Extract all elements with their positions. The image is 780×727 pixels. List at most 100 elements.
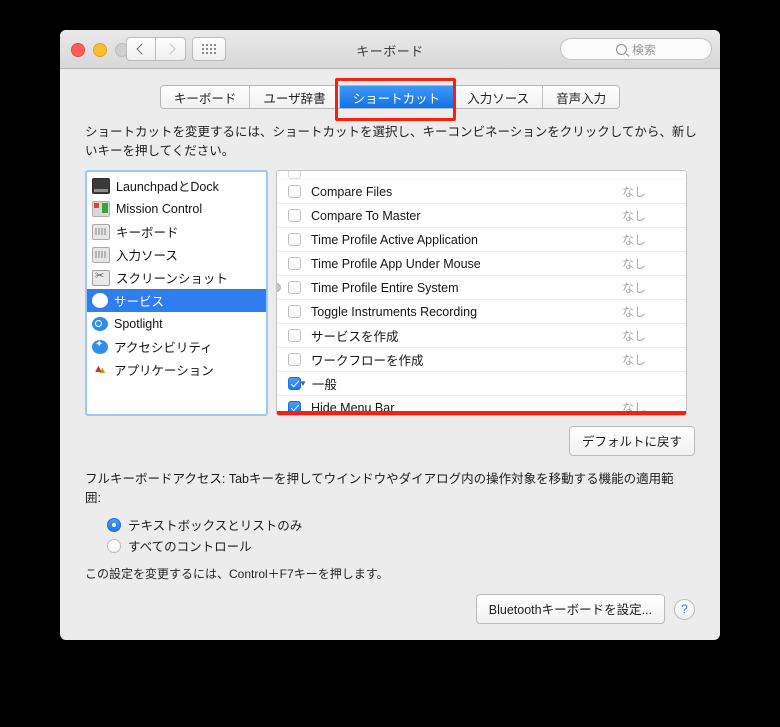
preferences-body: ショートカットを変更するには、ショートカットを選択し、キーコンビネーションをクリ… [60, 123, 720, 582]
full-keyboard-access-text: フルキーボードアクセス: Tabキーを押してウインドウやダイアログ内の操作対象を… [85, 472, 674, 505]
tab-input-sources[interactable]: 入力ソース [453, 86, 543, 108]
checkbox-cell[interactable] [277, 329, 311, 342]
shortcut-checkbox[interactable] [287, 209, 301, 222]
screenshot-icon [92, 269, 110, 286]
category-launchpad-dock[interactable]: LaunchpadとDock [87, 174, 266, 197]
shortcut-label: Time Profile Entire System [311, 280, 459, 295]
category-applications[interactable]: アプリケーション [87, 358, 266, 381]
radio-all-controls[interactable]: すべてのコントロール [107, 535, 695, 556]
table-row[interactable]: Toggle Instruments Recording なし [277, 300, 686, 324]
input-source-icon [92, 246, 110, 263]
applications-icon [92, 363, 108, 377]
category-keyboard[interactable]: キーボード [87, 220, 266, 243]
table-row[interactable]: Time Profile Entire System なし [277, 276, 686, 300]
instructions-text: ショートカットを変更するには、ショートカットを選択し、キーコンビネーションをクリ… [85, 125, 697, 158]
table-row[interactable]: サービスを作成 なし [277, 324, 686, 348]
category-services[interactable]: サービス [87, 289, 266, 312]
shortcut-key[interactable]: なし [622, 207, 686, 224]
shortcut-checkbox[interactable] [287, 257, 301, 270]
shortcut-label: Toggle Instruments Recording [311, 304, 478, 319]
table-row[interactable]: Time Profile App Under Mouse なし [277, 252, 686, 276]
search-input[interactable]: 検索 [560, 38, 712, 60]
shortcut-label: ワークフローを作成 [311, 354, 424, 368]
radio-label: すべてのコントロール [128, 540, 252, 554]
spotlight-icon [92, 316, 108, 331]
category-label: LaunchpadとDock [116, 180, 219, 194]
category-label: サービス [114, 295, 165, 309]
category-screenshots[interactable]: スクリーンショット [87, 266, 266, 289]
shortcut-checkbox[interactable] [287, 329, 301, 342]
shortcut-key[interactable]: なし [622, 279, 686, 296]
shortcut-panes: LaunchpadとDock Mission Control キーボード 入力ソ… [85, 170, 695, 416]
checkbox-cell[interactable] [277, 281, 311, 294]
keyboard-preferences-window: キーボード 検索 キーボード ユーザ辞書 ショートカット 入力ソース 音声入力 … [60, 30, 720, 640]
checkbox-cell[interactable] [277, 257, 311, 270]
table-row[interactable] [277, 171, 686, 180]
table-row[interactable]: ワークフローを作成 なし [277, 348, 686, 372]
tab-user-dictionary[interactable]: ユーザ辞書 [249, 86, 339, 108]
services-gear-icon [92, 292, 108, 308]
annotation-underline-touchbar [277, 411, 686, 415]
category-spotlight[interactable]: Spotlight [87, 312, 266, 335]
shortcut-key[interactable]: なし [622, 327, 686, 344]
shortcut-key[interactable]: なし [622, 231, 686, 248]
shortcut-checkbox[interactable] [287, 233, 301, 246]
defaults-row: デフォルトに戻す [85, 426, 695, 456]
tab-group: キーボード ユーザ辞書 ショートカット 入力ソース 音声入力 [159, 85, 621, 109]
shortcut-label: Compare Files [311, 184, 393, 199]
table-row[interactable]: Time Profile Active Application なし [277, 228, 686, 252]
search-icon [615, 43, 627, 55]
shortcut-checkbox[interactable] [287, 171, 301, 179]
table-row[interactable]: Compare To Master なし [277, 204, 686, 228]
checkbox-cell[interactable] [277, 185, 311, 198]
table-row[interactable]: Compare Files なし [277, 180, 686, 204]
shortcut-label: Time Profile App Under Mouse [311, 256, 481, 271]
category-label: アクセシビリティ [114, 341, 213, 355]
radio-label: テキストボックスとリストのみ [128, 519, 303, 533]
set-up-bluetooth-keyboard-button[interactable]: Bluetoothキーボードを設定... [475, 594, 665, 624]
table-row-group-header[interactable]: ▼ 一般 [277, 372, 686, 396]
shortcut-label: Time Profile Active Application [311, 232, 478, 247]
shortcut-key[interactable]: なし [622, 183, 686, 200]
checkbox-cell[interactable] [277, 171, 311, 179]
category-input-sources[interactable]: 入力ソース [87, 243, 266, 266]
shortcut-checkbox[interactable] [287, 281, 301, 294]
category-label: キーボード [116, 226, 179, 240]
shortcut-checkbox[interactable] [287, 185, 301, 198]
shortcut-checkbox[interactable] [287, 305, 301, 318]
category-label: Mission Control [116, 201, 203, 216]
radio-text-boxes-and-lists[interactable]: テキストボックスとリストのみ [107, 514, 695, 535]
titlebar: キーボード 検索 [60, 30, 720, 69]
shortcut-checkbox[interactable] [287, 353, 301, 366]
radio-button-icon[interactable] [107, 538, 121, 553]
shortcut-key[interactable]: なし [622, 255, 686, 272]
footer: Bluetoothキーボードを設定... ? [60, 594, 720, 624]
checkbox-cell[interactable] [277, 353, 311, 366]
category-label: Spotlight [114, 316, 163, 331]
help-button[interactable]: ? [674, 598, 695, 620]
shortcut-label: サービスを作成 [311, 330, 399, 344]
checkbox-cell[interactable] [277, 209, 311, 222]
tab-bar: キーボード ユーザ辞書 ショートカット 入力ソース 音声入力 [60, 78, 720, 121]
checkbox-cell[interactable] [277, 305, 311, 318]
shortcut-hint-text: この設定を変更するには、Control＋F7キーを押します。 [85, 567, 389, 581]
search-placeholder: 検索 [631, 42, 656, 57]
tab-keyboard[interactable]: キーボード [160, 86, 250, 108]
shortcut-list[interactable]: Compare Files なし Compare To Master なし Ti… [276, 170, 687, 416]
restore-defaults-button[interactable]: デフォルトに戻す [568, 426, 695, 456]
tab-shortcuts[interactable]: ショートカット [338, 86, 454, 108]
category-accessibility[interactable]: アクセシビリティ [87, 335, 266, 358]
category-label: アプリケーション [114, 364, 214, 378]
shortcut-checkbox[interactable] [287, 377, 301, 390]
category-mission-control[interactable]: Mission Control [87, 197, 266, 220]
accessibility-icon [92, 339, 108, 354]
group-label-wrap: ▼ 一般 [299, 374, 622, 393]
category-label: スクリーンショット [116, 272, 228, 286]
tab-dictation[interactable]: 音声入力 [542, 86, 620, 108]
radio-button-selected-icon[interactable] [107, 517, 121, 532]
checkbox-cell[interactable] [277, 233, 311, 246]
category-list[interactable]: LaunchpadとDock Mission Control キーボード 入力ソ… [85, 170, 268, 416]
shortcut-key[interactable]: なし [622, 303, 686, 320]
shortcut-label: Compare To Master [311, 208, 421, 223]
shortcut-key[interactable]: なし [622, 351, 686, 368]
